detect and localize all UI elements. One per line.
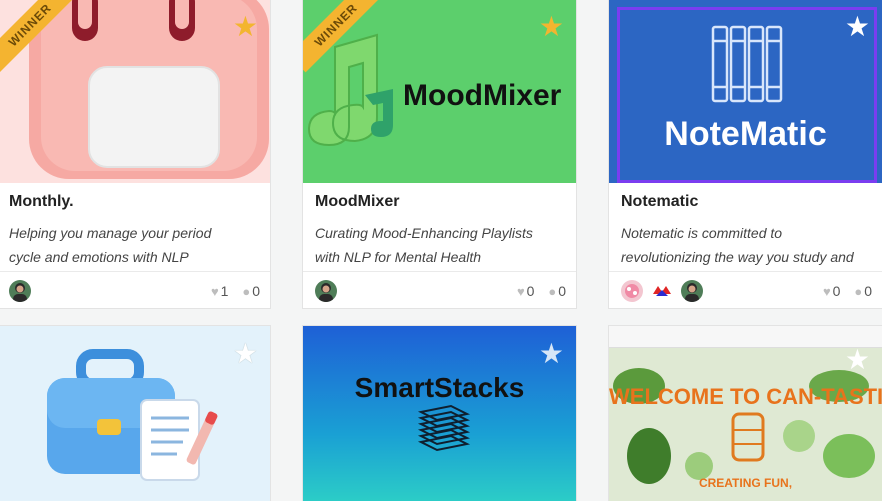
thumbnail-title: NoteMatic <box>664 115 827 153</box>
card-footer: ♥ 0 ● 0 <box>303 271 576 308</box>
project-card[interactable]: MoodMixer WINNER ★ MoodMixer Curating Mo… <box>302 0 577 309</box>
comment-count: 0 <box>558 283 566 299</box>
card-stats: ♥ 0 ● 0 <box>813 283 872 299</box>
heart-icon[interactable]: ♥ <box>211 284 219 299</box>
avatar[interactable] <box>315 280 337 302</box>
like-count: 0 <box>526 283 535 299</box>
project-card[interactable]: ★ <box>0 325 271 501</box>
project-card[interactable]: SmartStacks ★ <box>302 325 577 501</box>
project-description: Helping you manage your period cycle and… <box>9 225 212 265</box>
briefcase-icon <box>47 349 218 481</box>
comment-count: 0 <box>252 283 260 299</box>
browser-bar <box>609 326 882 348</box>
thumbnail-title: SmartStacks <box>354 372 525 403</box>
selection-border <box>617 7 877 183</box>
star-icon[interactable]: ★ <box>539 13 564 41</box>
comment-icon[interactable]: ● <box>548 284 556 299</box>
project-thumbnail[interactable]: NoteMatic ★ <box>609 0 882 183</box>
project-title[interactable]: Monthly. <box>9 193 74 211</box>
card-stats: ♥ 1 ● 0 <box>201 283 260 299</box>
star-icon[interactable]: ★ <box>233 340 258 368</box>
comment-icon[interactable]: ● <box>854 284 862 299</box>
card-stats: ♥ 0 ● 0 <box>507 283 566 299</box>
project-title[interactable]: Notematic <box>621 193 698 211</box>
project-thumbnail[interactable]: MoodMixer WINNER ★ <box>303 0 576 183</box>
star-icon[interactable]: ★ <box>539 340 564 368</box>
like-count: 1 <box>220 283 229 299</box>
avatar[interactable] <box>651 280 673 302</box>
project-thumbnail[interactable]: WELCOME TO CAN-TASTIC CREATING FUN, ★ <box>609 326 882 501</box>
project-card[interactable]: NoteMatic ★ Notematic Notematic is commi… <box>608 0 882 309</box>
avatar[interactable] <box>621 280 643 302</box>
thumbnail-title: WELCOME TO CAN-TASTIC <box>609 384 882 409</box>
project-card[interactable]: WINNER ★ Monthly. Helping you manage you… <box>0 0 271 309</box>
project-thumbnail[interactable]: ★ <box>0 326 270 501</box>
project-card[interactable]: WELCOME TO CAN-TASTIC CREATING FUN, ★ <box>608 325 882 501</box>
avatar[interactable] <box>681 280 703 302</box>
comment-count: 0 <box>864 283 872 299</box>
star-icon[interactable]: ★ <box>845 346 870 374</box>
card-footer: ♥ 1 ● 0 <box>0 271 270 308</box>
thumbnail-subtitle: CREATING FUN, <box>698 476 793 490</box>
project-thumbnail[interactable]: SmartStacks ★ <box>303 326 576 501</box>
project-thumbnail[interactable]: WINNER ★ <box>0 0 270 183</box>
thumbnail-title: MoodMixer <box>403 79 562 112</box>
vegetables-illustration <box>613 368 875 484</box>
star-icon[interactable]: ★ <box>845 13 870 41</box>
heart-icon[interactable]: ♥ <box>517 284 525 299</box>
star-icon[interactable]: ★ <box>233 13 258 41</box>
comment-icon[interactable]: ● <box>242 284 250 299</box>
heart-icon[interactable]: ♥ <box>823 284 831 299</box>
project-description: Notematic is committed to revolutionizin… <box>621 225 854 265</box>
stack-icon <box>417 404 471 452</box>
card-footer: ♥ 0 ● 0 <box>609 271 882 308</box>
project-description: Curating Mood-Enhancing Playlists with N… <box>315 225 533 265</box>
project-title[interactable]: MoodMixer <box>315 193 399 211</box>
avatar[interactable] <box>9 280 31 302</box>
like-count: 0 <box>832 283 841 299</box>
